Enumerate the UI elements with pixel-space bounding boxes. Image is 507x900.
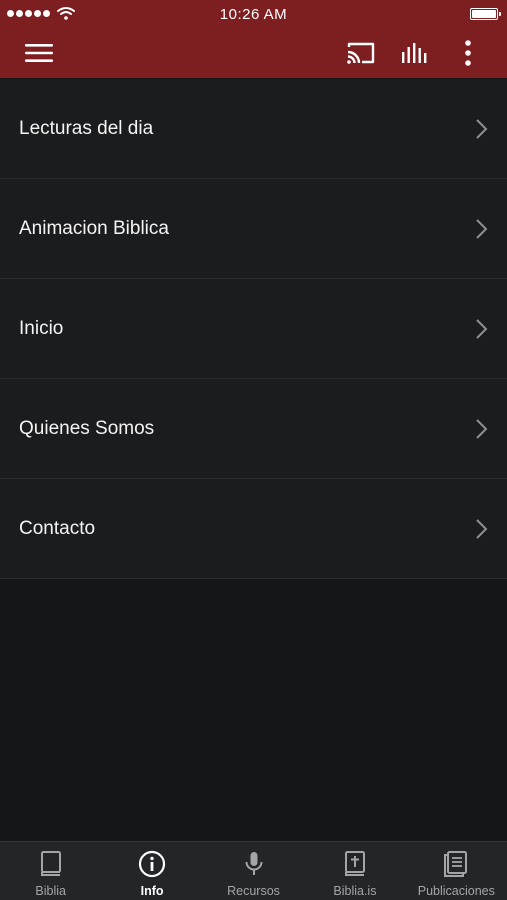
- chevron-right-icon: [476, 319, 488, 339]
- app-header: 10:26 AM: [0, 0, 507, 78]
- publications-icon: [442, 850, 470, 878]
- menu-item-quienes-somos[interactable]: Quienes Somos: [0, 379, 507, 479]
- tab-label: Info: [140, 884, 164, 898]
- bottom-tab-bar: Biblia Info Recursos Biblia.is Publicaci…: [0, 841, 507, 900]
- more-vertical-icon: [465, 40, 471, 66]
- tab-info[interactable]: Info: [101, 842, 202, 900]
- menu-list: Lecturas del dia Animacion Biblica Inici…: [0, 79, 507, 579]
- tab-biblia[interactable]: Biblia: [0, 842, 101, 900]
- chevron-right-icon: [476, 119, 488, 139]
- tab-biblia-is[interactable]: Biblia.is: [304, 842, 405, 900]
- hamburger-menu-icon: [25, 44, 53, 62]
- menu-item-contacto[interactable]: Contacto: [0, 479, 507, 579]
- menu-item-label: Quienes Somos: [19, 418, 155, 439]
- menu-item-label: Animacion Biblica: [19, 218, 169, 239]
- microphone-icon: [240, 850, 268, 878]
- menu-item-lecturas-del-dia[interactable]: Lecturas del dia: [0, 79, 507, 179]
- hamburger-menu-button[interactable]: [16, 28, 62, 78]
- tab-label: Biblia.is: [333, 884, 377, 898]
- chevron-right-icon: [476, 419, 488, 439]
- menu-item-inicio[interactable]: Inicio: [0, 279, 507, 379]
- cast-button[interactable]: [338, 28, 384, 78]
- cast-icon: [347, 42, 375, 64]
- battery-icon: [470, 8, 501, 20]
- tab-label: Biblia: [35, 884, 66, 898]
- tab-publicaciones[interactable]: Publicaciones: [406, 842, 507, 900]
- tab-label: Publicaciones: [417, 884, 495, 898]
- book-icon: [37, 850, 65, 878]
- tab-recursos[interactable]: Recursos: [203, 842, 304, 900]
- menu-item-label: Inicio: [19, 318, 64, 339]
- chevron-right-icon: [476, 519, 488, 539]
- more-options-button[interactable]: [450, 28, 486, 78]
- menu-item-animacion-biblica[interactable]: Animacion Biblica: [0, 179, 507, 279]
- tab-label: Recursos: [227, 884, 280, 898]
- menu-item-label: Lecturas del dia: [19, 118, 154, 139]
- bible-cross-icon: [341, 850, 369, 878]
- app-screen: 10:26 AM Lecturas del dia Animacion Bibl…: [0, 0, 507, 900]
- equalizer-button[interactable]: [392, 28, 438, 78]
- chevron-right-icon: [476, 219, 488, 239]
- menu-item-label: Contacto: [19, 518, 96, 539]
- status-bar: 10:26 AM: [0, 0, 507, 28]
- equalizer-icon: [402, 43, 427, 63]
- status-time: 10:26 AM: [219, 6, 288, 23]
- toolbar: [0, 28, 507, 78]
- info-icon: [138, 850, 166, 878]
